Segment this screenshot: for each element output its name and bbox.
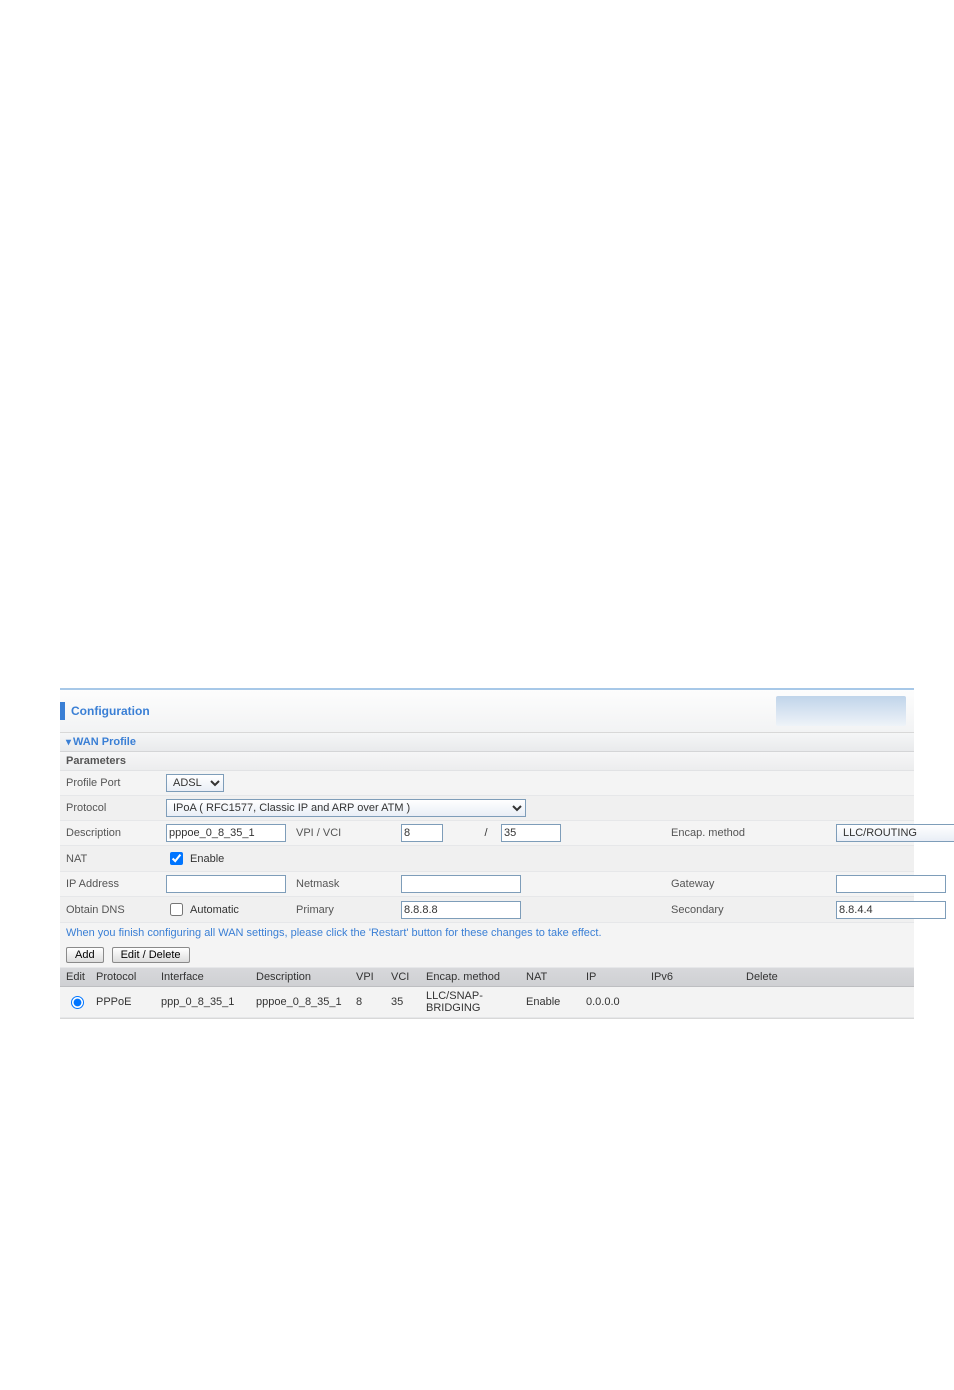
dns-primary-input[interactable]: [401, 901, 521, 919]
panel-header: Configuration: [60, 690, 914, 732]
row-dns: Obtain DNS Automatic Primary Secondary: [60, 897, 914, 923]
accent-bar-icon: [60, 702, 65, 720]
label-protocol: Protocol: [66, 802, 166, 814]
row-description: Description VPI / VCI / Encap. method LL…: [60, 821, 914, 846]
parameters-heading: Parameters: [60, 752, 914, 771]
edit-delete-button[interactable]: Edit / Delete: [112, 947, 190, 963]
panel-title: Configuration: [71, 704, 150, 718]
gateway-input[interactable]: [836, 875, 946, 893]
description-input[interactable]: [166, 824, 286, 842]
label-profile-port: Profile Port: [66, 777, 166, 789]
protocol-select[interactable]: IPoA ( RFC1577, Classic IP and ARP over …: [166, 799, 526, 817]
wan-profile-section: WAN Profile Parameters Profile Port ADSL…: [60, 732, 914, 1018]
encap-select[interactable]: LLC/ROUTING: [836, 824, 954, 842]
row-nat: NAT Enable: [60, 846, 914, 872]
vci-input[interactable]: [501, 824, 561, 842]
dns-automatic-checkbox[interactable]: Automatic: [166, 900, 239, 919]
row-protocol: Protocol IPoA ( RFC1577, Classic IP and …: [60, 796, 914, 821]
label-dns: Obtain DNS: [66, 904, 166, 916]
nat-enable-checkbox[interactable]: Enable: [166, 849, 224, 868]
label-encap: Encap. method: [671, 827, 836, 839]
row-ip: IP Address Netmask Gateway: [60, 872, 914, 897]
label-nat: NAT: [66, 853, 166, 865]
row-select-radio[interactable]: [71, 996, 84, 1009]
label-description: Description: [66, 827, 166, 839]
row-actions: When you finish configuring all WAN sett…: [60, 923, 914, 968]
label-vpivci: VPI / VCI: [296, 827, 401, 839]
label-secondary: Secondary: [671, 904, 836, 916]
label-primary: Primary: [296, 904, 401, 916]
config-panel: Configuration WAN Profile Parameters Pro…: [60, 688, 914, 1019]
router-illustration-icon: [776, 696, 906, 726]
row-profile-port: Profile Port ADSL: [60, 771, 914, 796]
section-title[interactable]: WAN Profile: [60, 733, 914, 752]
ip-input[interactable]: [166, 875, 286, 893]
label-gateway: Gateway: [671, 878, 836, 890]
profiles-table: Edit Protocol Interface Description VPI …: [60, 968, 914, 1018]
restart-note: When you finish configuring all WAN sett…: [66, 927, 908, 939]
add-button[interactable]: Add: [66, 947, 104, 963]
dns-secondary-input[interactable]: [836, 901, 946, 919]
profile-port-select[interactable]: ADSL: [166, 774, 224, 792]
vpi-input[interactable]: [401, 824, 443, 842]
label-ip: IP Address: [66, 878, 166, 890]
table-header: Edit Protocol Interface Description VPI …: [60, 968, 914, 987]
label-netmask: Netmask: [296, 878, 401, 890]
netmask-input[interactable]: [401, 875, 521, 893]
table-row: PPPoE ppp_0_8_35_1 pppoe_0_8_35_1 8 35 L…: [60, 987, 914, 1018]
